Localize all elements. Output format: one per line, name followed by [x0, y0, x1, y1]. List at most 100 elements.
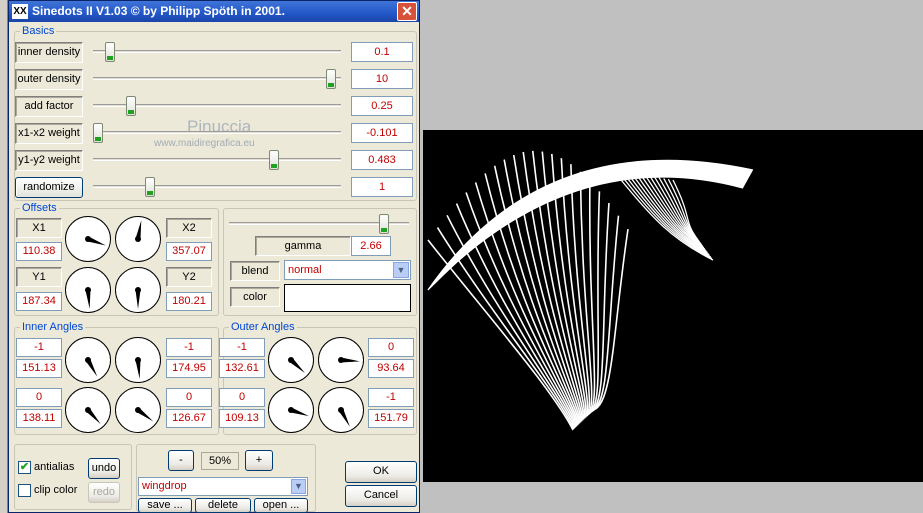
y2-label: Y2 — [166, 267, 212, 287]
delete-preset-button[interactable]: delete — [195, 498, 251, 513]
basics-label: inner density — [15, 42, 83, 63]
preset-select[interactable]: wingdrop ▼ — [138, 477, 308, 496]
x1-value[interactable]: 110.38 — [16, 242, 62, 261]
cancel-button[interactable]: Cancel — [345, 485, 417, 507]
wingdrop-render — [427, 150, 754, 431]
inner-angle-dial[interactable] — [64, 336, 112, 384]
offset-dial-x1[interactable] — [64, 215, 112, 263]
gamma-value[interactable]: 2.66 — [351, 236, 391, 256]
clip-color-checkbox[interactable] — [18, 484, 31, 497]
app-icon: XX — [12, 4, 28, 19]
outer-angles-top-value[interactable]: -1 — [219, 338, 265, 357]
antialias-checkbox[interactable]: ✔ — [18, 461, 31, 474]
basics-value[interactable]: 10 — [351, 69, 413, 89]
basics-slider-thumb[interactable] — [269, 150, 279, 170]
basics-slider-thumb[interactable] — [93, 123, 103, 143]
basics-slider-thumb[interactable] — [105, 42, 115, 62]
inner-angles-top-value[interactable]: 0 — [166, 388, 212, 407]
close-button[interactable]: ✕ — [397, 2, 417, 21]
inner-angles-top-value[interactable]: -1 — [166, 338, 212, 357]
inner-angles-top-value[interactable]: -1 — [16, 338, 62, 357]
inner-angles-top-value[interactable]: 0 — [16, 388, 62, 407]
outer-angle-dial[interactable] — [317, 386, 365, 434]
outer-angles-angle-value[interactable]: 109.13 — [219, 409, 265, 428]
basics-slider[interactable] — [93, 96, 341, 116]
offset-dial-x2[interactable] — [114, 215, 162, 263]
basics-slider[interactable] — [93, 150, 341, 170]
offsets-title: Offsets — [20, 202, 59, 214]
y1-value[interactable]: 187.34 — [16, 292, 62, 311]
basics-slider-thumb[interactable] — [326, 69, 336, 89]
outer-angle-dial[interactable] — [317, 336, 365, 384]
inner-angle-dial[interactable] — [114, 336, 162, 384]
basics-label: add factor — [15, 96, 83, 117]
undo-button[interactable]: undo — [88, 458, 120, 479]
outer-angles-angle-value[interactable]: 93.64 — [368, 359, 414, 378]
zoom-level: 50% — [201, 452, 239, 470]
y1-label: Y1 — [16, 267, 62, 287]
inner-angle-dial[interactable] — [114, 386, 162, 434]
basics-slider[interactable] — [93, 69, 341, 89]
preset-selected: wingdrop — [142, 480, 187, 492]
window-title: Sinedots II V1.03 © by Philipp Spöth in … — [32, 4, 285, 18]
basics-title: Basics — [20, 25, 57, 37]
basics-label: x1-x2 weight — [15, 123, 83, 144]
x2-label: X2 — [166, 218, 212, 238]
outer-angles-top-value[interactable]: -1 — [368, 388, 414, 407]
x2-value[interactable]: 357.07 — [166, 242, 212, 261]
blend-selected: normal — [288, 264, 322, 276]
chevron-down-icon[interactable]: ▼ — [393, 262, 409, 278]
basics-label: outer density — [15, 69, 83, 90]
inner-angles-angle-value[interactable]: 151.13 — [16, 359, 62, 378]
basics-slider-thumb[interactable] — [126, 96, 136, 116]
open-preset-button[interactable]: open ... — [254, 498, 308, 513]
inner-angles-angle-value[interactable]: 138.11 — [16, 409, 62, 428]
outer-angles-angle-value[interactable]: 132.61 — [219, 359, 265, 378]
wing-curve — [570, 164, 591, 417]
clip-color-label: clip color — [34, 484, 78, 496]
sinedots-dialog: XX Sinedots II V1.03 © by Philipp Spöth … — [8, 0, 420, 513]
offset-dial-y2[interactable] — [114, 266, 162, 314]
host-toolbar-strip — [0, 0, 8, 513]
basics-slider-thumb[interactable] — [145, 177, 155, 197]
ok-button[interactable]: OK — [345, 461, 417, 483]
preview-canvas — [423, 130, 923, 482]
outer-angles-title: Outer Angles — [229, 321, 297, 333]
zoom-in-button[interactable]: + — [245, 450, 273, 471]
inner-angles-angle-value[interactable]: 174.95 — [166, 359, 212, 378]
outer-angles-top-value[interactable]: 0 — [368, 338, 414, 357]
color-swatch[interactable] — [284, 284, 411, 312]
inner-angle-dial[interactable] — [64, 386, 112, 434]
y2-value[interactable]: 180.21 — [166, 292, 212, 311]
zoom-out-button[interactable]: - — [168, 450, 194, 471]
inner-angles-angle-value[interactable]: 126.67 — [166, 409, 212, 428]
basics-slider[interactable] — [93, 123, 341, 143]
basics-slider[interactable] — [93, 42, 341, 62]
gamma-label: gamma — [255, 236, 351, 256]
basics-label: y1-y2 weight — [15, 150, 83, 171]
gamma-slider[interactable] — [229, 214, 409, 234]
gamma-slider-thumb[interactable] — [379, 214, 389, 234]
basics-value[interactable]: -0.101 — [351, 123, 413, 143]
x1-label: X1 — [16, 218, 62, 238]
chevron-down-icon[interactable]: ▼ — [291, 479, 306, 494]
basics-value[interactable]: 0.25 — [351, 96, 413, 116]
antialias-label: antialias — [34, 461, 75, 473]
inner-angles-title: Inner Angles — [20, 321, 86, 333]
outer-angle-dial[interactable] — [267, 386, 315, 434]
blend-label: blend — [230, 261, 280, 281]
basics-value[interactable]: 0.483 — [351, 150, 413, 170]
basics-value[interactable]: 1 — [351, 177, 413, 197]
title-bar[interactable]: XX Sinedots II V1.03 © by Philipp Spöth … — [9, 1, 419, 22]
outer-angles-angle-value[interactable]: 151.79 — [368, 409, 414, 428]
wing-curve — [591, 215, 620, 412]
blend-select[interactable]: normal ▼ — [284, 260, 411, 280]
outer-angles-top-value[interactable]: 0 — [219, 388, 265, 407]
basics-slider[interactable] — [93, 177, 341, 197]
save-preset-button[interactable]: save ... — [138, 498, 192, 513]
outer-angle-dial[interactable] — [267, 336, 315, 384]
randomize-button[interactable]: randomize — [15, 177, 83, 198]
redo-button[interactable]: redo — [88, 482, 120, 503]
basics-value[interactable]: 0.1 — [351, 42, 413, 62]
offset-dial-y1[interactable] — [64, 266, 112, 314]
